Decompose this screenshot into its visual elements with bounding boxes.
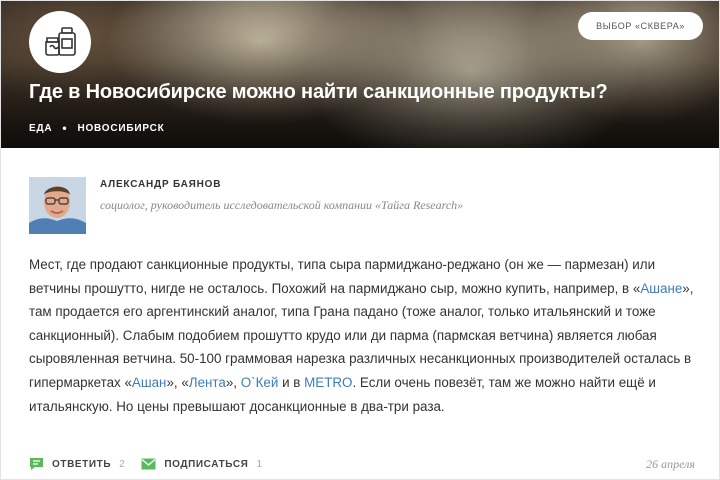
reply-label: ОТВЕТИТЬ bbox=[52, 458, 112, 470]
tag-food[interactable]: ЕДА bbox=[29, 123, 52, 134]
logo-food-icon[interactable] bbox=[29, 11, 91, 73]
mail-icon bbox=[141, 458, 156, 470]
page-title: Где в Новосибирске можно найти санкционн… bbox=[29, 81, 608, 103]
avatar[interactable] bbox=[29, 177, 86, 234]
subscribe-button[interactable]: ПОДПИСАТЬСЯ 1 bbox=[141, 458, 262, 470]
link-ashan[interactable]: Ашане bbox=[640, 281, 682, 296]
answer-text: Мест, где продают санкционные продукты, … bbox=[29, 257, 694, 414]
tag-novosibirsk[interactable]: НОВОСИБИРСК bbox=[77, 123, 164, 134]
tag-list: ЕДА • НОВОСИБИРСК bbox=[29, 121, 165, 135]
author-role: социолог, руководитель исследовательской… bbox=[100, 198, 464, 212]
post-date: 26 апреля bbox=[646, 456, 695, 471]
link-metro[interactable]: METRO bbox=[304, 375, 352, 390]
link-ashan-2[interactable]: Ашан bbox=[132, 375, 167, 390]
hero-banner: ВЫБОР «СКВЕРА» Где в Новосибирске можно … bbox=[1, 1, 719, 148]
avatar-photo bbox=[29, 177, 86, 234]
subscribe-count: 1 bbox=[256, 458, 263, 470]
subscribe-label: ПОДПИСАТЬСЯ bbox=[164, 458, 249, 470]
author-block: АЛЕКСАНДР БАЯНОВ социолог, руководитель … bbox=[29, 177, 463, 234]
link-lenta[interactable]: Лента bbox=[189, 375, 226, 390]
author-name[interactable]: АЛЕКСАНДР БАЯНОВ bbox=[100, 179, 463, 190]
reply-count: 2 bbox=[119, 458, 126, 470]
skver-choice-button[interactable]: ВЫБОР «СКВЕРА» bbox=[578, 12, 703, 40]
reply-button[interactable]: ОТВЕТИТЬ 2 bbox=[29, 457, 125, 471]
comment-icon bbox=[29, 457, 44, 471]
link-okey[interactable]: О`Кей bbox=[241, 375, 279, 390]
answer-footer: ОТВЕТИТЬ 2 ПОДПИСАТЬСЯ 1 26 апреля bbox=[29, 455, 695, 473]
jars-icon bbox=[45, 27, 76, 56]
answer-card: ВЫБОР «СКВЕРА» Где в Новосибирске можно … bbox=[0, 0, 720, 480]
tag-separator: • bbox=[62, 121, 68, 135]
